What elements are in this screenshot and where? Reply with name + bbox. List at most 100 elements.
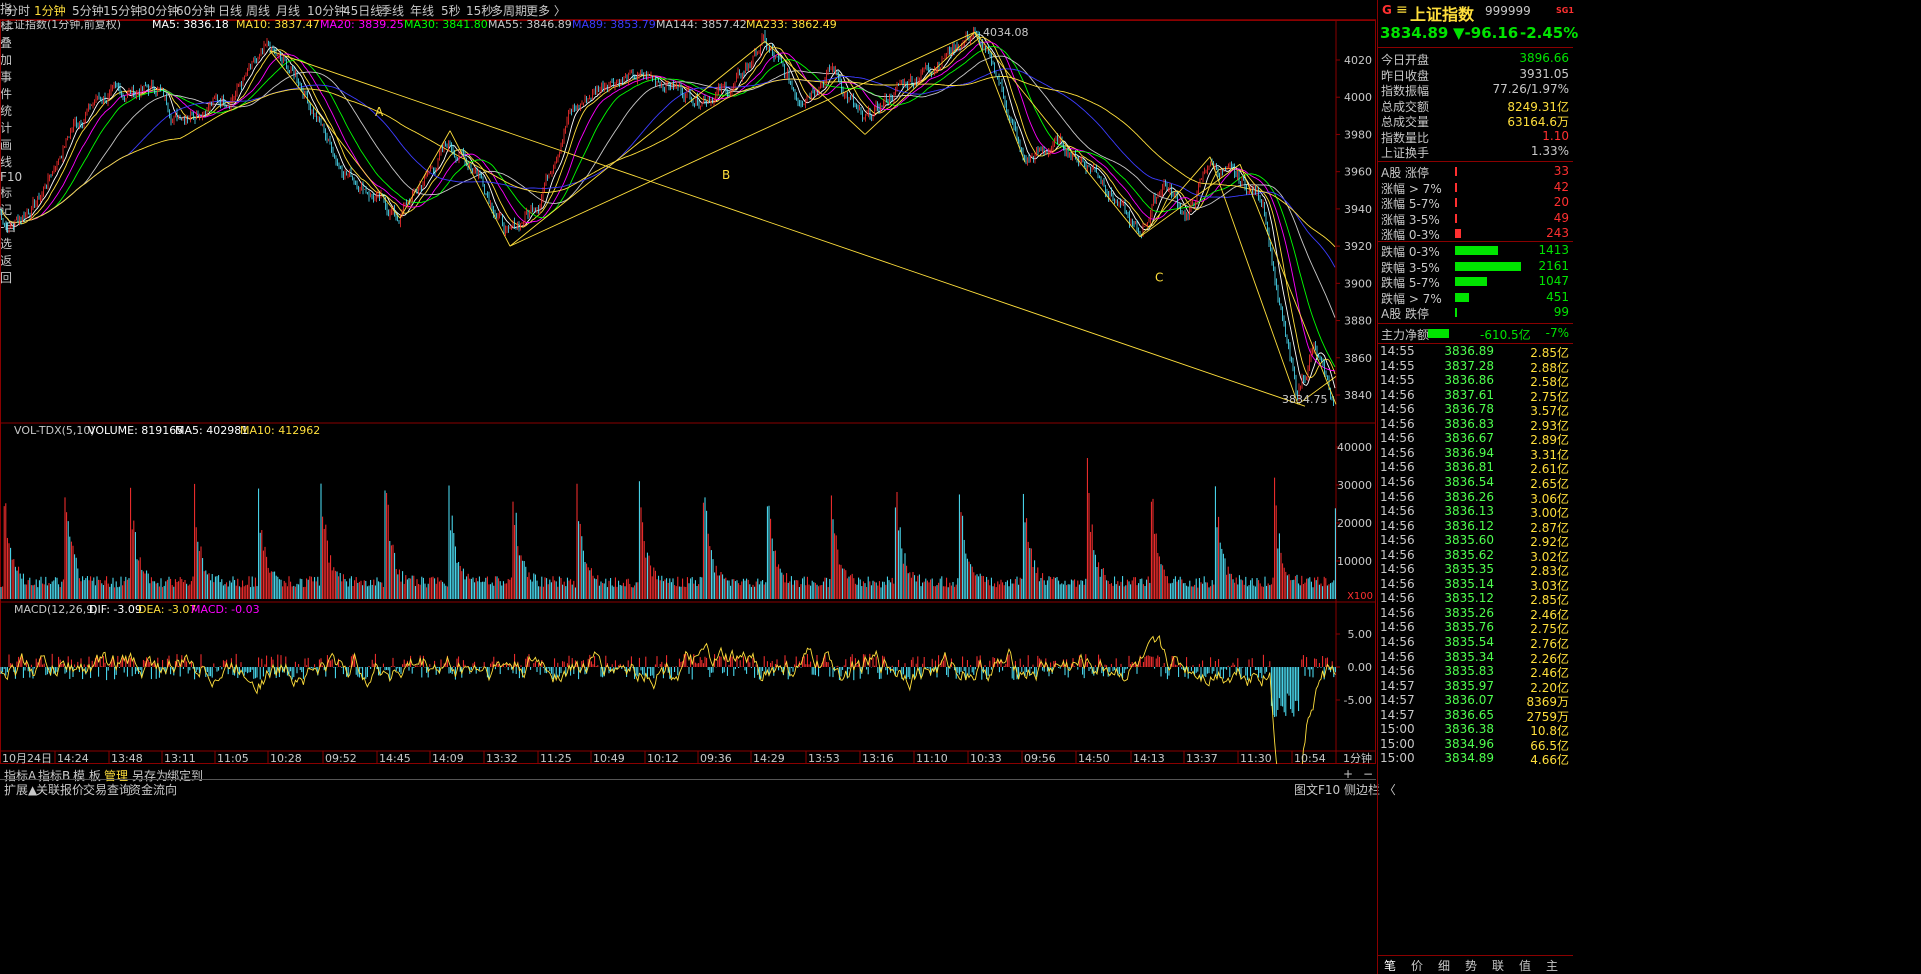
wave-line xyxy=(399,130,451,219)
sg-badge: SG1 xyxy=(1556,6,1574,15)
panel-tab-4[interactable]: 联 xyxy=(1492,957,1504,974)
macd-dea: DEA: -3.07 xyxy=(138,603,196,616)
period-tab-11[interactable]: 季线 xyxy=(380,2,404,19)
tick-price: 3836.94 xyxy=(1444,445,1494,460)
time-axis-label: 13:32 xyxy=(486,752,518,764)
stat-value: 77.26/1.97% xyxy=(1492,82,1569,96)
main-flow-row: 主力净额 -610.5亿 -7% xyxy=(1378,326,1573,342)
price-axis-tick: 3900 xyxy=(1344,277,1372,290)
stat-row: 总成交量 63164.6万 xyxy=(1378,113,1573,129)
price-axis-tick: 3840 xyxy=(1344,389,1372,402)
macd-axis-tick: -5.00 xyxy=(1344,694,1372,707)
panel-tab-0[interactable]: 笔 xyxy=(1384,957,1396,974)
bottom-toolbar: 指标A 指标B 模 板管理 另存为 绑定到 扩展▲ 关联报价 交易查询 资金流向 + − 图文F10 … xyxy=(0,764,1396,974)
tick-time: 14:55 xyxy=(1380,344,1415,358)
period-tab-6[interactable]: 日线 xyxy=(218,2,242,19)
flag-icon[interactable]: G xyxy=(1382,3,1392,17)
time-axis-label: 14:09 xyxy=(432,752,464,764)
period-tab-10[interactable]: 45日线 xyxy=(343,2,382,19)
bottom-link-1[interactable]: 关联报价 xyxy=(36,781,84,798)
stat-row: 今日开盘 3896.66 xyxy=(1378,51,1573,67)
panel-tab-3[interactable]: 势 xyxy=(1465,957,1477,974)
period-label[interactable]: 1分钟 xyxy=(1343,751,1372,764)
macd-header: MACD(12,26,9) xyxy=(14,603,98,616)
price-axis-tick: 3880 xyxy=(1344,315,1372,328)
tick-price: 3834.96 xyxy=(1444,736,1494,751)
period-tab-2[interactable]: 5分钟 xyxy=(72,2,104,19)
tick-row: 14:56 3835.14 3.03亿 xyxy=(1378,577,1573,593)
breadth-value: 99 xyxy=(1553,305,1569,319)
stat-label: 总成交额 xyxy=(1381,99,1430,114)
volume-value: VOLUME: 819165 xyxy=(88,424,183,437)
period-tab-13[interactable]: 5秒 xyxy=(441,2,461,19)
bottom-link-2[interactable]: 交易查询 xyxy=(83,781,131,798)
tick-time: 14:56 xyxy=(1380,620,1415,635)
panel-tab-5[interactable]: 值 xyxy=(1519,957,1531,974)
tick-amount: 4.66亿 xyxy=(1530,753,1569,768)
tick-time: 14:56 xyxy=(1380,591,1415,606)
menu-icon[interactable]: ≡ xyxy=(1396,2,1408,18)
breadth-value: 451 xyxy=(1546,289,1569,304)
tick-time: 15:00 xyxy=(1380,722,1415,737)
tick-row: 14:56 3835.26 2.46亿 xyxy=(1378,606,1573,622)
period-tab-3[interactable]: 15分钟 xyxy=(103,2,142,19)
time-axis-label: 13:48 xyxy=(111,752,143,764)
time-axis-label: 10:28 xyxy=(270,752,302,764)
time-axis-label: 11:10 xyxy=(916,752,948,764)
period-tab-12[interactable]: 年线 xyxy=(410,2,434,19)
tick-time: 14:56 xyxy=(1380,664,1415,679)
period-tab-16[interactable]: 更多 〉 xyxy=(526,2,566,19)
breadth-value: 1413 xyxy=(1538,243,1569,257)
tick-price: 3836.12 xyxy=(1444,518,1494,533)
panel-tab-1[interactable]: 价 xyxy=(1411,957,1423,974)
time-axis-label: 14:29 xyxy=(753,752,785,764)
tick-time: 15:00 xyxy=(1380,736,1415,751)
period-tab-1[interactable]: 1分钟 xyxy=(34,2,66,19)
quote-side-panel: G ≡ 上证指数 999999 SG1 3834.89 ▼-96.16 -2.4… xyxy=(1377,0,1921,974)
stat-row: 指数量比 1.10 xyxy=(1378,129,1573,145)
tick-row: 14:56 3835.83 2.46亿 xyxy=(1378,664,1573,680)
period-tab-0[interactable]: 分时 xyxy=(6,2,30,19)
tick-row: 14:55 3837.28 2.88亿 xyxy=(1378,358,1573,375)
period-tab-9[interactable]: 10分钟 xyxy=(307,2,346,19)
panel-tab-2[interactable]: 细 xyxy=(1438,957,1450,974)
breadth-value: 20 xyxy=(1553,195,1569,209)
period-tab-8[interactable]: 月线 xyxy=(276,2,300,19)
kline-chart-area[interactable]: 上证指数(1分钟,前复权) MA5: 3836.18 MA10: 3837.47 MA… xyxy=(0,20,1376,764)
tick-time: 14:55 xyxy=(1380,358,1415,373)
tick-time: 14:57 xyxy=(1380,693,1415,708)
tick-time: 14:56 xyxy=(1380,518,1415,533)
tick-row: 15:00 3836.38 10.8亿 xyxy=(1378,722,1573,738)
panel-tab-6[interactable]: 主 xyxy=(1546,957,1558,974)
breadth-bar xyxy=(1455,213,1457,223)
volume-unit-label: X100 xyxy=(1347,591,1373,602)
period-toolbar: 分时 1分钟 5分钟 15分钟 30分钟 60分钟 日线 周线 月线 10分钟 45日线 季线 年线 5秒… xyxy=(0,0,1376,285)
breadth-bar xyxy=(1455,167,1457,176)
tick-time: 15:00 xyxy=(1380,751,1415,766)
tick-time: 14:56 xyxy=(1380,562,1415,577)
stat-row: 昨日收盘 3931.05 xyxy=(1378,67,1573,83)
period-tab-15[interactable]: 多周期 xyxy=(491,2,527,19)
price-axis-tick: 3980 xyxy=(1344,128,1372,141)
breadth-bar xyxy=(1455,277,1487,286)
index-code: 999999 xyxy=(1485,4,1531,18)
tick-price: 3836.54 xyxy=(1444,474,1494,489)
tick-time: 14:57 xyxy=(1380,678,1415,693)
bottom-link-3[interactable]: 资金流向 xyxy=(129,781,177,798)
macd-axis-tick: 5.00 xyxy=(1348,628,1373,641)
flow-pct: -7% xyxy=(1545,326,1569,340)
tick-time: 14:56 xyxy=(1380,489,1415,504)
price-axis-tick: 4000 xyxy=(1344,91,1372,104)
ma-legend-7: MA233: 3862.49 xyxy=(746,20,837,31)
time-axis-label: 11:05 xyxy=(217,752,249,764)
period-tab-4[interactable]: 30分钟 xyxy=(140,2,179,19)
tick-row: 14:56 3835.12 2.85亿 xyxy=(1378,591,1573,607)
bottom-link-0[interactable]: 扩展▲ xyxy=(4,781,37,798)
time-axis-label: 14:13 xyxy=(1133,752,1165,764)
period-tab-5[interactable]: 60分钟 xyxy=(176,2,215,19)
period-tab-14[interactable]: 15秒 xyxy=(466,2,493,19)
tick-row: 14:56 3836.54 2.65亿 xyxy=(1378,474,1573,491)
tick-row: 14:57 3836.65 2759万 xyxy=(1378,708,1573,724)
tick-price: 3835.35 xyxy=(1444,562,1494,577)
period-tab-7[interactable]: 周线 xyxy=(246,2,270,19)
